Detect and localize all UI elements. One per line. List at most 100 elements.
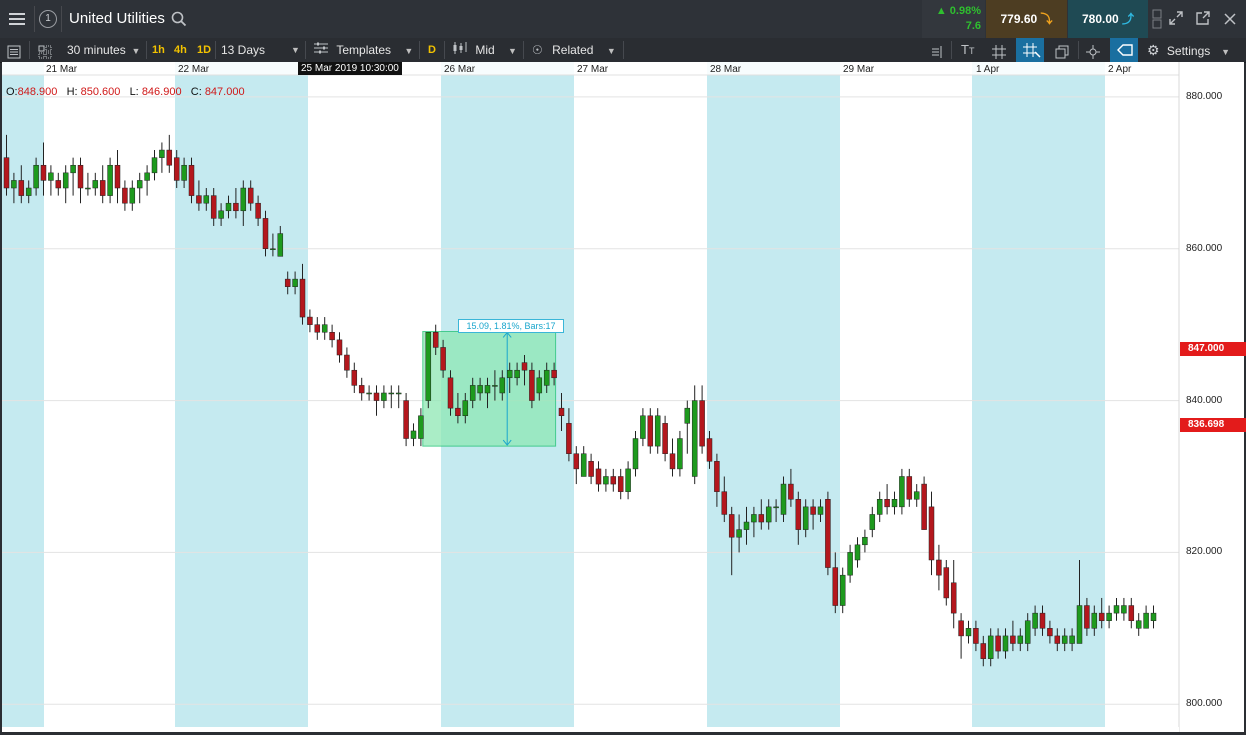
candle-down: [810, 506, 816, 515]
close-label: C:: [190, 86, 202, 98]
candle-down: [299, 278, 306, 318]
candle-down: [1047, 628, 1053, 637]
candle-down: [262, 218, 269, 249]
divider: [951, 41, 952, 59]
last-price-tag: 847.000: [1180, 342, 1246, 356]
candle-up: [625, 468, 631, 492]
change-absolute: 7.6: [965, 20, 981, 32]
candle-up: [270, 248, 276, 250]
candle-up: [92, 180, 99, 189]
candle-down: [99, 180, 106, 196]
chevron-down-icon: ▼: [498, 46, 517, 56]
measurement-label[interactable]: 15.09, 1.81%, Bars:17: [458, 319, 564, 333]
crosshair-icon[interactable]: [1086, 43, 1100, 59]
y-axis-label: 860.000: [1186, 242, 1223, 254]
candle-up: [477, 385, 483, 394]
search-icon[interactable]: [171, 11, 187, 27]
candle-up: [1113, 605, 1120, 614]
scroll-handle-icon[interactable]: [1152, 9, 1162, 29]
candle-up: [25, 187, 32, 196]
candle-down: [440, 347, 446, 371]
related-select[interactable]: ☉ Related ▼: [532, 38, 616, 62]
candle-up: [151, 157, 158, 174]
price-chart[interactable]: 21 Mar 22 Mar 26 Mar 27 Mar 28 Mar 29 Mar 1 Ap…: [2, 62, 1246, 732]
candle-up: [854, 544, 861, 561]
candle-down: [284, 278, 291, 287]
chart-grid-icon[interactable]: [38, 43, 52, 59]
candle-down: [358, 385, 365, 394]
candle-up: [225, 202, 232, 212]
instrument-header-bar: 1 United Utilities ▲ 0.98% 7.6 779.60 ⤵ …: [0, 0, 1246, 39]
candle-up: [410, 430, 417, 439]
range-select[interactable]: 13 Days: [221, 38, 265, 62]
text-size-icon[interactable]: TT: [961, 38, 974, 62]
candle-down: [921, 483, 927, 530]
divider: [215, 41, 216, 59]
interval-select[interactable]: 30 minutes ▼: [67, 38, 140, 62]
candle-up: [677, 438, 683, 470]
candle-up: [1143, 612, 1149, 629]
chart-list-icon[interactable]: [7, 43, 21, 59]
price-mode-value: Mid: [475, 43, 495, 57]
candle-up: [292, 278, 298, 287]
crosshair-date-label: 25 Mar 2019 10:30:00: [298, 62, 402, 75]
low-label: L:: [129, 86, 139, 98]
day-band: [707, 62, 840, 727]
candle-down: [721, 491, 728, 515]
candle-up: [899, 476, 905, 508]
instrument-title[interactable]: United Utilities: [69, 0, 165, 38]
candle-up: [543, 369, 550, 386]
chevron-down-icon: ▼: [596, 46, 616, 56]
candle-down: [832, 567, 839, 606]
candle-down: [166, 149, 173, 166]
candle-up: [425, 332, 432, 401]
quick-interval-4h[interactable]: 4h: [174, 38, 187, 62]
candle-up: [462, 400, 469, 417]
candle-up: [277, 233, 284, 257]
candle-up: [218, 210, 224, 219]
candle-down: [928, 506, 935, 561]
close-icon[interactable]: [1224, 12, 1236, 25]
x-axis-label: 29 Mar: [843, 64, 875, 75]
sell-price-button[interactable]: 779.60 ⤵: [986, 0, 1067, 38]
candle-up: [181, 164, 187, 181]
chart-canvas[interactable]: [2, 62, 1244, 732]
templates-button[interactable]: Templates ▼: [313, 38, 413, 62]
candle-up: [862, 536, 868, 546]
quick-interval-1d[interactable]: 1D: [197, 38, 211, 62]
buy-price-button[interactable]: 780.00 ⤴: [1068, 0, 1148, 38]
candle-up: [780, 483, 787, 515]
tag-icon[interactable]: [1110, 38, 1138, 62]
popout-icon[interactable]: [1196, 11, 1210, 25]
candle-down: [307, 316, 313, 325]
crosshair-grid-icon[interactable]: [1016, 38, 1044, 62]
watchlist-number-badge[interactable]: 1: [39, 10, 57, 28]
candle-down: [551, 369, 557, 379]
indicators-icon[interactable]: [929, 43, 943, 58]
candle-up: [654, 415, 661, 447]
sliders-icon: [313, 39, 329, 63]
price-mode-select[interactable]: Mid ▼: [452, 38, 517, 62]
x-axis-label: 27 Mar: [577, 64, 609, 75]
expand-icon[interactable]: [1169, 11, 1183, 25]
candle-up: [11, 180, 17, 189]
chevron-down-icon: ▼: [129, 46, 141, 56]
candle-down: [795, 499, 802, 530]
crosshair-price-tag: 836.698: [1180, 418, 1246, 432]
quick-interval-1h[interactable]: 1h: [152, 38, 165, 62]
copy-icon[interactable]: [1055, 43, 1069, 59]
candle-down: [344, 354, 350, 371]
candle-up: [817, 506, 824, 515]
chevron-down-icon[interactable]: ▼: [291, 38, 300, 62]
daily-button[interactable]: D: [428, 38, 436, 62]
candle-up: [395, 392, 402, 395]
grid-icon[interactable]: [992, 43, 1006, 59]
settings-button[interactable]: ⚙ Settings ▼: [1147, 38, 1230, 62]
hamburger-menu-icon[interactable]: [8, 10, 26, 28]
candle-up: [136, 180, 143, 189]
candle-down: [3, 157, 10, 189]
candle-down: [1039, 612, 1046, 629]
candle-up: [381, 392, 387, 401]
x-axis-label: 21 Mar: [46, 64, 78, 75]
candle-down: [936, 559, 942, 576]
